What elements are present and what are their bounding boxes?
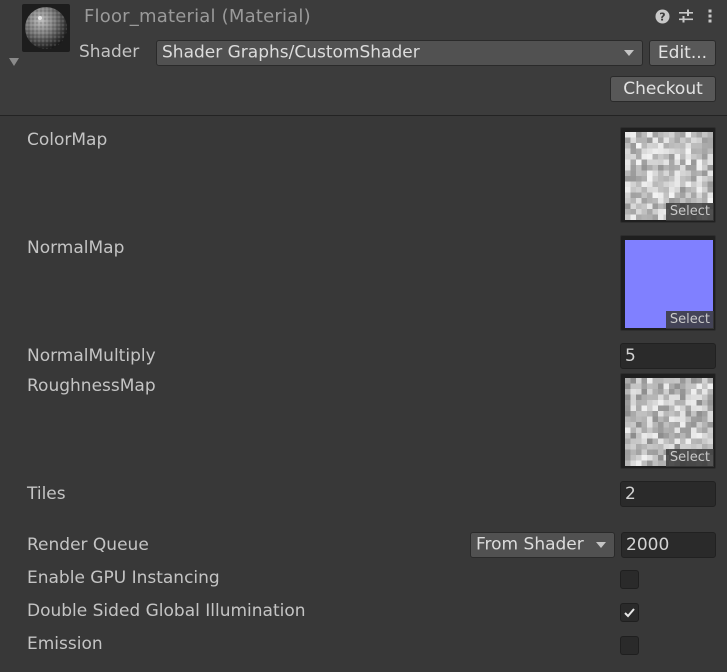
normalmultiply-label: NormalMultiply (27, 346, 156, 366)
chevron-down-icon (596, 542, 606, 548)
normalmultiply-field[interactable]: 5 (620, 343, 716, 369)
material-header: Floor_material (Material) ? Shader Shade… (0, 0, 727, 116)
help-icon[interactable]: ? (654, 8, 670, 24)
chevron-down-icon (624, 50, 634, 56)
roughnessmap-texture-slot[interactable]: Select (620, 373, 716, 469)
preset-sliders-icon[interactable] (678, 8, 694, 24)
render-queue-dropdown-value: From Shader (476, 534, 584, 555)
checkmark-icon (624, 608, 635, 618)
material-title: Floor_material (Material) (84, 6, 311, 27)
gpu-instancing-checkbox[interactable] (620, 570, 639, 589)
tiles-field[interactable]: 2 (620, 481, 716, 507)
gpu-instancing-label: Enable GPU Instancing (27, 568, 220, 588)
roughnessmap-label: RoughnessMap (27, 376, 156, 396)
svg-text:?: ? (659, 10, 665, 23)
material-inspector: Floor_material (Material) ? Shader Shade… (0, 0, 727, 672)
material-preview-sphere (22, 4, 70, 52)
normalmap-label: NormalMap (27, 238, 125, 258)
checkout-button[interactable]: Checkout (610, 76, 716, 102)
render-queue-value-field[interactable]: 2000 (621, 532, 716, 558)
colormap-select-button[interactable]: Select (665, 203, 714, 221)
normalmap-texture-slot[interactable]: Select (620, 235, 716, 331)
tiles-label: Tiles (27, 484, 66, 504)
colormap-label: ColorMap (27, 130, 108, 150)
colormap-texture-slot[interactable]: Select (620, 127, 716, 223)
shader-label: Shader (79, 42, 140, 62)
edit-shader-button[interactable]: Edit... (649, 40, 716, 66)
foldout-arrow-icon[interactable] (9, 58, 19, 66)
render-queue-label: Render Queue (27, 535, 149, 555)
double-sided-gi-label: Double Sided Global Illumination (27, 601, 306, 621)
render-queue-dropdown[interactable]: From Shader (470, 532, 615, 558)
emission-label: Emission (27, 634, 103, 654)
roughnessmap-select-button[interactable]: Select (665, 449, 714, 467)
emission-checkbox[interactable] (620, 636, 639, 655)
double-sided-gi-checkbox[interactable] (620, 603, 639, 622)
shader-dropdown[interactable]: Shader Graphs/CustomShader (156, 40, 643, 66)
shader-dropdown-value: Shader Graphs/CustomShader (162, 42, 420, 63)
normalmap-select-button[interactable]: Select (665, 311, 714, 329)
kebab-menu-icon[interactable] (702, 8, 718, 24)
